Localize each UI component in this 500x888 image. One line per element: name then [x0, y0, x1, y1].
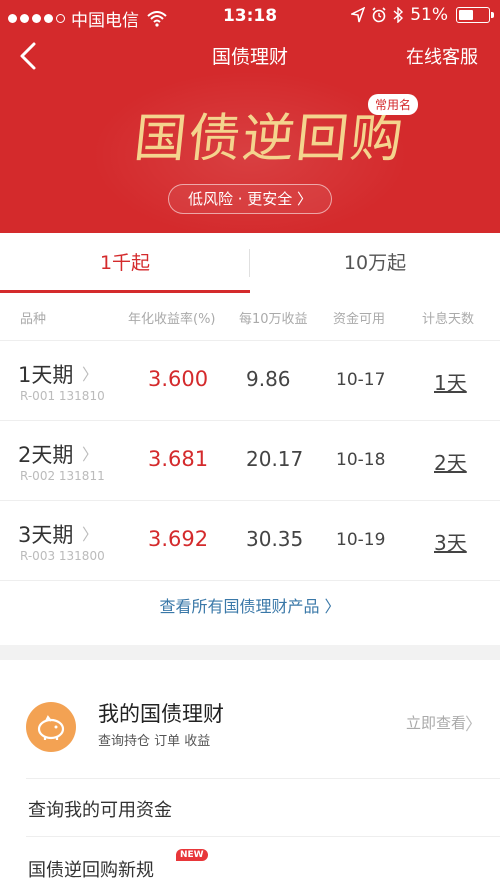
view-now-link[interactable]: 立即查看: [406, 712, 466, 733]
funds-available-date: 10-18: [336, 450, 386, 470]
col-funds-available: 资金可用: [333, 312, 386, 327]
chevron-right-icon: 〉: [82, 365, 99, 384]
col-interest-days: 计息天数: [422, 312, 475, 327]
col-annual-rate: 年化收益率(%): [128, 312, 216, 327]
tab-100k[interactable]: 10万起: [250, 233, 500, 293]
location-icon: [351, 7, 366, 23]
earn-per-100k: 20.17: [246, 447, 304, 471]
divider: [26, 836, 500, 837]
earn-per-100k: 30.35: [246, 527, 304, 551]
header-banner: 中国电信 13:18 51% 国债理财 在线客服 国债逆回购 常用名 低风险 ·…: [0, 0, 500, 233]
chevron-right-icon: 〉: [465, 715, 482, 735]
earn-per-100k: 9.86: [246, 367, 291, 391]
funds-available-date: 10-17: [336, 370, 386, 390]
table-row[interactable]: 3天期 〉 R-003 131800 3.692 30.35 10-19 3天: [0, 501, 500, 581]
annual-rate: 3.600: [148, 367, 209, 391]
online-service-button[interactable]: 在线客服: [406, 43, 478, 69]
product-code: R-001 131810: [20, 389, 105, 403]
interest-days-link[interactable]: 2天: [434, 447, 467, 476]
divider: [26, 778, 500, 779]
product-table: 品种 年化收益率(%) 每10万收益 资金可用 计息天数 1天期 〉 R-001…: [0, 293, 500, 645]
risk-pill-button[interactable]: 低风险 · 更安全 〉: [168, 184, 332, 214]
table-row[interactable]: 2天期 〉 R-002 131811 3.681 20.17 10-18 2天: [0, 421, 500, 501]
battery-fill: [458, 9, 473, 20]
product-name: 3天期: [18, 523, 74, 547]
my-bond-subtitle: 查询持仓 订单 收益: [98, 734, 211, 749]
nav-bar: 国债理财 在线客服: [0, 34, 500, 78]
menu-item-new-rules[interactable]: 国债逆回购新规: [28, 856, 154, 882]
table-header: 品种 年化收益率(%) 每10万收益 资金可用 计息天数: [0, 293, 500, 341]
chevron-right-icon: 〉: [82, 525, 99, 544]
amount-tabs: 1千起 10万起: [0, 233, 500, 293]
battery-percent: 51%: [410, 5, 448, 25]
interest-days-link[interactable]: 1天: [434, 367, 467, 396]
col-variety: 品种: [20, 312, 47, 327]
bluetooth-icon: [393, 7, 404, 23]
common-name-tag: 常用名: [368, 94, 419, 115]
annual-rate: 3.681: [148, 447, 209, 471]
chevron-right-icon: 〉: [82, 445, 99, 464]
funds-available-date: 10-19: [336, 530, 386, 550]
annual-rate: 3.692: [148, 527, 209, 551]
battery-icon: [456, 7, 494, 23]
alarm-icon: [372, 7, 386, 23]
my-bond-section: 我的国债理财 查询持仓 订单 收益 立即查看 〉 查询我的可用资金 国债逆回购新…: [0, 660, 500, 888]
piggy-bank-icon: [26, 702, 76, 752]
menu-item-available-funds[interactable]: 查询我的可用资金: [28, 796, 172, 822]
col-earn-per-100k: 每10万收益: [239, 312, 308, 327]
status-right: 51%: [351, 5, 494, 25]
product-name: 2天期: [18, 443, 74, 467]
interest-days-link[interactable]: 3天: [434, 527, 467, 556]
new-badge: NEW: [176, 849, 208, 861]
status-bar: 中国电信 13:18 51%: [0, 0, 500, 32]
product-name: 1天期: [18, 363, 74, 387]
product-code: R-003 131800: [20, 549, 105, 563]
my-bond-title: 我的国债理财: [98, 702, 224, 726]
product-code: R-002 131811: [20, 469, 105, 483]
table-row[interactable]: 1天期 〉 R-001 131810 3.600 9.86 10-17 1天: [0, 341, 500, 421]
view-all-products-link[interactable]: 查看所有国债理财产品 〉: [0, 593, 500, 617]
tab-1k[interactable]: 1千起: [0, 233, 250, 293]
